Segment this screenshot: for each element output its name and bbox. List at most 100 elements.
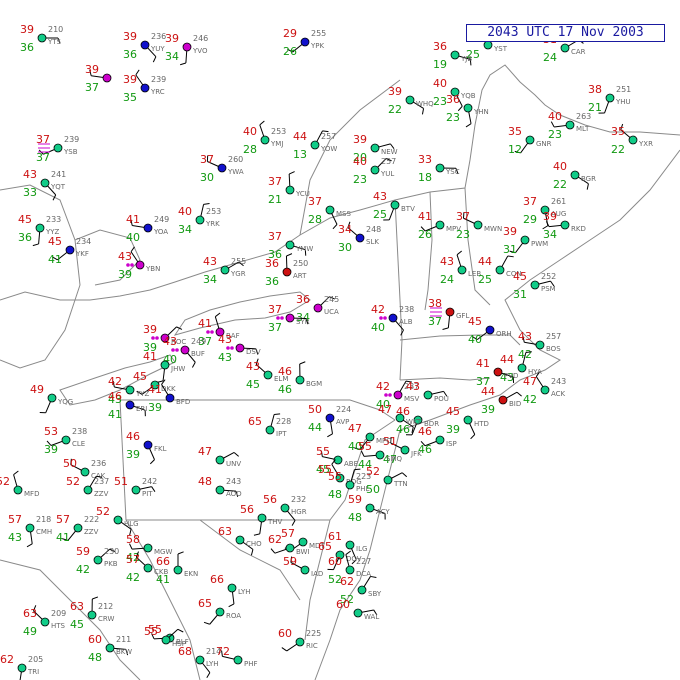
temperature-label: 62 bbox=[0, 653, 14, 666]
station-id-label: HTD bbox=[474, 420, 489, 428]
station-id-label: RKD bbox=[571, 225, 586, 233]
rain-symbol bbox=[388, 393, 392, 397]
station-id-label: HGR bbox=[291, 508, 307, 516]
station-marker-overcast bbox=[285, 185, 295, 195]
dewpoint-label: 39 bbox=[148, 401, 162, 414]
pressure-label: 228 bbox=[276, 417, 291, 426]
dewpoint-label: 40 bbox=[371, 321, 385, 334]
dewpoint-label: 30 bbox=[200, 171, 214, 184]
station-id-label: CHO bbox=[246, 540, 262, 548]
dewpoint-label: 23 bbox=[433, 95, 447, 108]
pressure-label: 209 bbox=[51, 609, 66, 618]
dewpoint-label: 43 bbox=[218, 351, 232, 364]
station-id-label: ACK bbox=[551, 390, 566, 398]
station-marker-overcast bbox=[383, 475, 393, 485]
temperature-label: 39 bbox=[388, 85, 402, 98]
station-id-label: FKL bbox=[154, 445, 167, 453]
rain-symbol bbox=[151, 336, 155, 340]
station-marker-filled bbox=[355, 233, 365, 243]
dewpoint-label: 48 bbox=[348, 511, 362, 524]
station-marker-overcast bbox=[285, 543, 295, 553]
station-marker-overcast bbox=[405, 95, 415, 105]
dewpoint-label: 39 bbox=[126, 448, 140, 461]
rain-symbol bbox=[280, 316, 284, 320]
dewpoint-label: 40 bbox=[126, 231, 140, 244]
station-marker-overcast bbox=[80, 467, 90, 477]
station-marker-overcast bbox=[628, 135, 638, 145]
pressure-label: 212 bbox=[98, 602, 113, 611]
station-id-label: BUF bbox=[191, 350, 205, 358]
station-marker-overcast bbox=[220, 265, 230, 275]
station-marker-filled bbox=[217, 163, 227, 173]
station-marker-overcast bbox=[195, 215, 205, 225]
dewpoint-label: 22 bbox=[388, 103, 402, 116]
pressure-label: 233 bbox=[46, 215, 61, 224]
pressure-label: 249 bbox=[191, 337, 206, 346]
temperature-label: 48 bbox=[198, 475, 212, 488]
station-id-label: YVO bbox=[192, 47, 208, 55]
station-id-label: ACY bbox=[376, 508, 390, 516]
station-marker-overcast bbox=[295, 637, 305, 647]
station-marker-overcast bbox=[105, 643, 115, 653]
temperature-label: 63 bbox=[218, 525, 232, 538]
dewpoint-label: 48 bbox=[328, 488, 342, 501]
station-id-label: PHF bbox=[244, 660, 258, 668]
station-marker-overcast bbox=[298, 537, 308, 547]
dewpoint-label: 40 bbox=[468, 333, 482, 346]
dewpoint-label: 42 bbox=[523, 393, 537, 406]
station-marker-overcast bbox=[285, 240, 295, 250]
dewpoint-label: 31 bbox=[513, 288, 527, 301]
dewpoint-label: 23 bbox=[446, 111, 460, 124]
dewpoint-label: 34 bbox=[178, 223, 192, 236]
temperature-label: 40 bbox=[433, 77, 447, 90]
dewpoint-label: 36 bbox=[123, 48, 137, 61]
pressure-label: 241 bbox=[51, 170, 66, 179]
station-id-label: MSS bbox=[336, 210, 351, 218]
station-marker-overcast bbox=[565, 120, 575, 130]
station-id-label: BGM bbox=[306, 380, 322, 388]
pressure-label: 249 bbox=[154, 215, 169, 224]
temperature-label: 37 bbox=[200, 153, 214, 166]
pressure-label: 261 bbox=[551, 197, 566, 206]
station-id-label: ART bbox=[293, 272, 307, 280]
temperature-label: 45 bbox=[446, 405, 460, 418]
temperature-label: 35 bbox=[611, 125, 625, 138]
station-marker-overcast bbox=[295, 375, 305, 385]
station-marker-overcast bbox=[570, 170, 580, 180]
dewpoint-label: 43 bbox=[8, 531, 22, 544]
station-marker-overcast bbox=[520, 235, 530, 245]
station-id-label: YSC bbox=[445, 168, 460, 176]
dewpoint-label: 25 bbox=[373, 208, 387, 221]
station-id-label: UCA bbox=[324, 308, 339, 316]
temperature-label: 45 bbox=[18, 213, 32, 226]
station-marker-overcast bbox=[47, 393, 57, 403]
temperature-label: 42 bbox=[371, 303, 385, 316]
dewpoint-label: 23 bbox=[548, 128, 562, 141]
temperature-label: 52 bbox=[66, 475, 80, 488]
station-marker-filled bbox=[445, 307, 455, 317]
dewpoint-label: 34 bbox=[165, 50, 179, 63]
station-marker-filled bbox=[485, 325, 495, 335]
station-marker-overcast bbox=[257, 513, 267, 523]
dewpoint-label: 21 bbox=[268, 193, 282, 206]
station-id-label: YQG bbox=[57, 398, 73, 406]
temperature-label: 60 bbox=[88, 633, 102, 646]
temperature-label: 37 bbox=[268, 303, 282, 316]
pressure-label: 232 bbox=[291, 495, 306, 504]
temperature-label: 72 bbox=[216, 645, 230, 658]
dewpoint-label: 39 bbox=[118, 268, 132, 281]
pressure-label: 263 bbox=[576, 112, 591, 121]
station-id-label: LYH bbox=[206, 660, 219, 668]
station-id-label: HYA bbox=[528, 368, 542, 376]
station-id-label: ZZV bbox=[84, 528, 99, 536]
station-id-label: ILG bbox=[356, 545, 367, 553]
station-marker-filled bbox=[182, 42, 192, 52]
station-marker-overcast bbox=[357, 585, 367, 595]
station-marker-overcast bbox=[131, 485, 141, 495]
station-marker-overcast bbox=[40, 178, 50, 188]
station-id-label: ALB bbox=[399, 318, 413, 326]
pressure-label: 225 bbox=[306, 629, 321, 638]
temperature-label: 43 bbox=[406, 380, 420, 393]
station-marker-overcast bbox=[87, 610, 97, 620]
map-title: 2043 UTC 17 Nov 2003 bbox=[466, 24, 665, 42]
